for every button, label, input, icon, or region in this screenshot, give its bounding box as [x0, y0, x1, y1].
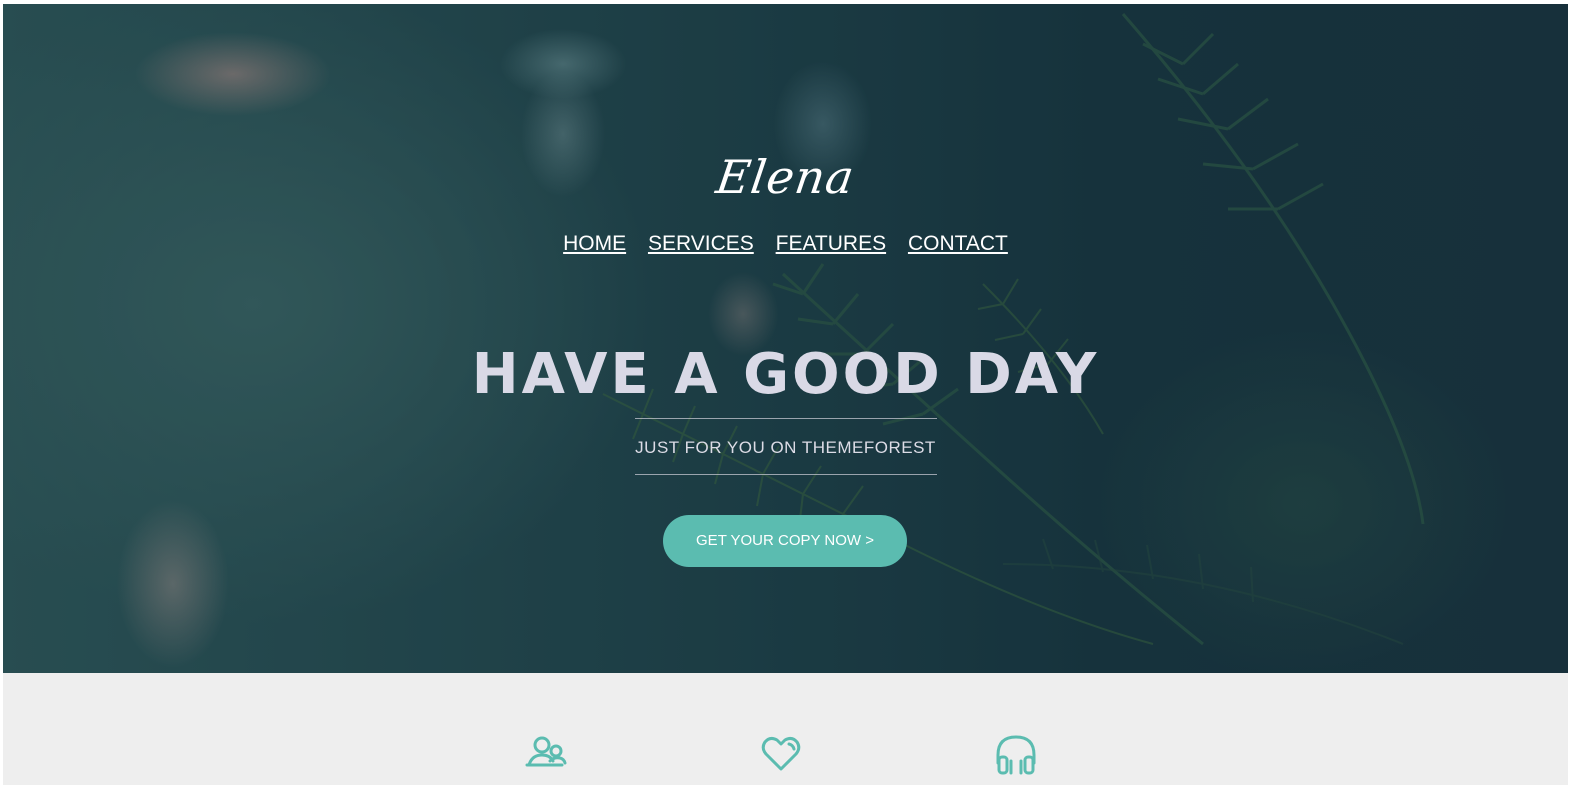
hero-overlay: [3, 4, 1568, 673]
divider-top: [635, 418, 937, 419]
nav-item-home[interactable]: HOME: [563, 232, 626, 255]
nav-item-contact[interactable]: CONTACT: [908, 232, 1008, 255]
main-nav: HOME SERVICES FEATURES CONTACT: [3, 232, 1568, 256]
nav-item-features[interactable]: FEATURES: [776, 232, 886, 255]
heart-icon: [758, 731, 804, 777]
get-copy-button[interactable]: GET YOUR COPY NOW >: [663, 515, 907, 567]
divider-bottom: [635, 474, 937, 475]
users-icon: [524, 731, 570, 777]
headphones-icon: [993, 731, 1039, 777]
hero-subline: JUST FOR YOU ON THEMEFOREST: [635, 438, 936, 457]
hero-headline: HAVE A GOOD DAY: [471, 342, 1100, 407]
nav-item-services[interactable]: SERVICES: [648, 232, 754, 255]
hero-section: Elena HOME SERVICES FEATURES CONTACT HAV…: [3, 4, 1568, 673]
features-section: [3, 673, 1568, 785]
brand-logo[interactable]: Elena: [3, 150, 1568, 204]
